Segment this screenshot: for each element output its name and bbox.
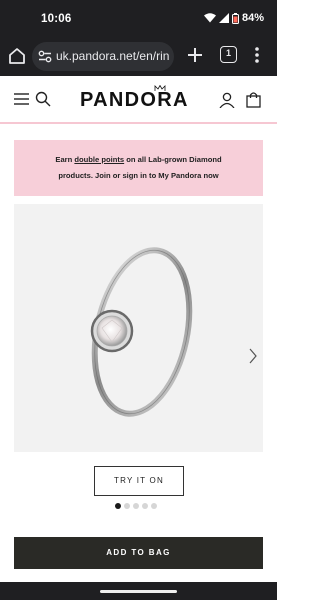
promo-line-2: products. Join or sign in to My Pandora … <box>58 171 219 180</box>
home-icon[interactable] <box>7 46 27 66</box>
status-time: 10:06 <box>41 13 72 25</box>
url-text[interactable]: uk.pandora.net/en/rin <box>56 49 169 63</box>
site-header: PANDORA <box>0 76 277 122</box>
battery-percent: 84% <box>241 12 264 24</box>
add-to-bag-button[interactable]: ADD TO BAG <box>14 537 263 569</box>
try-it-on-button[interactable]: TRY IT ON <box>94 466 184 496</box>
pagination-dot[interactable] <box>151 503 157 509</box>
address-bar[interactable]: uk.pandora.net/en/rin <box>32 42 174 71</box>
tab-switcher-button[interactable]: 1 <box>220 46 237 63</box>
pagination-dot[interactable] <box>142 503 148 509</box>
account-icon[interactable] <box>219 92 235 108</box>
shopping-bag-icon[interactable] <box>246 91 261 108</box>
header-divider <box>0 122 277 124</box>
gallery-pagination <box>115 503 165 509</box>
browser-toolbar: uk.pandora.net/en/rin 1 <box>0 40 277 76</box>
pagination-dot[interactable] <box>133 503 139 509</box>
wifi-icon <box>203 13 216 23</box>
logo-text: PANDORA <box>80 89 189 111</box>
ring-product-image <box>90 247 193 417</box>
new-tab-icon[interactable] <box>186 46 204 64</box>
product-image-gallery[interactable] <box>14 204 263 452</box>
status-icons: 84% <box>203 12 264 24</box>
signal-icon <box>218 13 229 23</box>
hamburger-menu-icon[interactable] <box>14 93 29 105</box>
search-icon[interactable] <box>35 91 51 107</box>
status-bar: 10:06 84% <box>0 0 277 40</box>
pagination-dot[interactable] <box>115 503 121 509</box>
pagination-dot[interactable] <box>124 503 130 509</box>
promo-line-1: Earn double points on all Lab-grown Diam… <box>14 152 263 168</box>
pandora-logo[interactable]: PANDORA <box>80 85 196 111</box>
more-menu-icon[interactable] <box>252 45 262 65</box>
promo-banner: Earn double points on all Lab-grown Diam… <box>14 140 263 196</box>
battery-icon <box>231 12 239 24</box>
gesture-nav-area <box>0 582 277 600</box>
promo-text-start: Earn <box>55 155 75 164</box>
promo-text-end: on all Lab-grown Diamond <box>124 155 222 164</box>
home-gesture-bar[interactable] <box>100 590 177 593</box>
site-settings-icon[interactable] <box>38 50 52 63</box>
chevron-right-icon[interactable] <box>248 348 258 364</box>
double-points-link[interactable]: double points <box>74 155 124 164</box>
